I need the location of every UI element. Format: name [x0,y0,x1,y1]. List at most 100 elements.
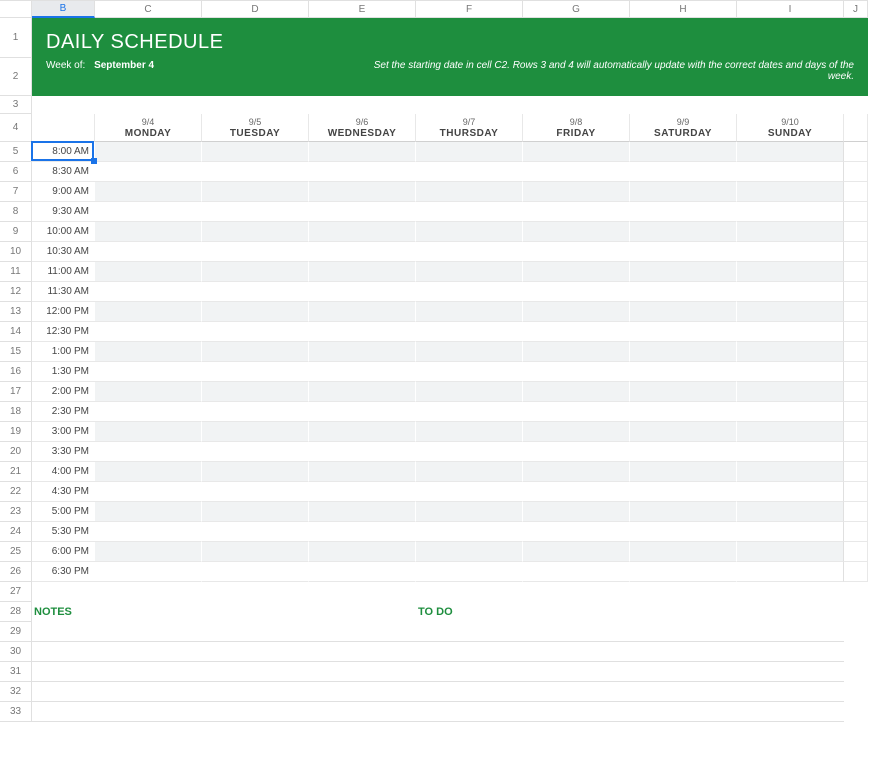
time-label-7[interactable]: 9:00 AM [32,182,95,202]
schedule-cell[interactable] [523,322,630,342]
edge-cell[interactable] [844,542,868,562]
row-header-17[interactable]: 17 [0,382,32,402]
schedule-cell[interactable] [95,142,202,162]
schedule-cell[interactable] [202,502,309,522]
schedule-cell[interactable] [737,182,844,202]
schedule-cell[interactable] [416,162,523,182]
row-header-22[interactable]: 22 [0,482,32,502]
schedule-cell[interactable] [202,202,309,222]
time-label-20[interactable]: 3:30 PM [32,442,95,462]
spreadsheet-grid[interactable]: BCDEFGHIJ1DAILY SCHEDULE2Week of: Septem… [0,0,872,722]
banner-subtitle-row[interactable]: Week of: September 4Set the starting dat… [32,58,868,96]
day-header-tuesday[interactable]: 9/5TUESDAY [202,114,309,142]
time-label-14[interactable]: 12:30 PM [32,322,95,342]
schedule-cell[interactable] [202,182,309,202]
schedule-cell[interactable] [95,182,202,202]
schedule-cell[interactable] [416,182,523,202]
schedule-cell[interactable] [416,402,523,422]
schedule-cell[interactable] [630,422,737,442]
schedule-cell[interactable] [630,262,737,282]
schedule-cell[interactable] [416,382,523,402]
day-header-wednesday[interactable]: 9/6WEDNESDAY [309,114,416,142]
time-label-9[interactable]: 10:00 AM [32,222,95,242]
time-label-23[interactable]: 5:00 PM [32,502,95,522]
schedule-cell[interactable] [416,242,523,262]
edge-cell[interactable] [844,662,868,682]
time-label-15[interactable]: 1:00 PM [32,342,95,362]
schedule-cell[interactable] [95,162,202,182]
edge-cell[interactable] [844,642,868,662]
schedule-cell[interactable] [202,302,309,322]
schedule-cell[interactable] [523,342,630,362]
schedule-cell[interactable] [523,182,630,202]
edge-cell[interactable] [844,702,868,722]
row-header-10[interactable]: 10 [0,242,32,262]
schedule-cell[interactable] [309,502,416,522]
schedule-cell[interactable] [630,362,737,382]
schedule-cell[interactable] [95,282,202,302]
row-header-21[interactable]: 21 [0,462,32,482]
schedule-cell[interactable] [202,462,309,482]
edge-cell[interactable] [844,402,868,422]
schedule-cell[interactable] [309,362,416,382]
edge-cell[interactable] [844,682,868,702]
schedule-cell[interactable] [309,442,416,462]
row-header-29[interactable]: 29 [0,622,32,642]
schedule-cell[interactable] [95,222,202,242]
row-header-26[interactable]: 26 [0,562,32,582]
todo-line[interactable] [416,642,844,662]
row-header-6[interactable]: 6 [0,162,32,182]
row-header-20[interactable]: 20 [0,442,32,462]
schedule-cell[interactable] [523,202,630,222]
schedule-cell[interactable] [309,282,416,302]
column-header-J[interactable]: J [844,0,868,18]
row-header-15[interactable]: 15 [0,342,32,362]
schedule-cell[interactable] [630,242,737,262]
time-label-8[interactable]: 9:30 AM [32,202,95,222]
time-label-18[interactable]: 2:30 PM [32,402,95,422]
schedule-cell[interactable] [309,342,416,362]
schedule-cell[interactable] [416,262,523,282]
schedule-cell[interactable] [630,142,737,162]
schedule-cell[interactable] [737,542,844,562]
schedule-cell[interactable] [95,562,202,582]
schedule-cell[interactable] [737,422,844,442]
corner-blank[interactable] [32,114,95,142]
schedule-cell[interactable] [737,462,844,482]
schedule-cell[interactable] [95,202,202,222]
schedule-cell[interactable] [737,522,844,542]
schedule-cell[interactable] [202,542,309,562]
column-header-F[interactable]: F [416,0,523,18]
schedule-cell[interactable] [309,322,416,342]
schedule-cell[interactable] [630,322,737,342]
schedule-cell[interactable] [309,242,416,262]
schedule-cell[interactable] [309,542,416,562]
time-label-17[interactable]: 2:00 PM [32,382,95,402]
schedule-cell[interactable] [737,342,844,362]
notes-line[interactable] [32,702,416,722]
time-label-5[interactable]: 8:00 AM [32,142,95,162]
schedule-cell[interactable] [416,442,523,462]
schedule-cell[interactable] [95,362,202,382]
row-header-25[interactable]: 25 [0,542,32,562]
schedule-cell[interactable] [95,302,202,322]
schedule-cell[interactable] [202,382,309,402]
schedule-cell[interactable] [416,322,523,342]
schedule-cell[interactable] [95,522,202,542]
row-header-1[interactable]: 1 [0,18,32,58]
time-label-12[interactable]: 11:30 AM [32,282,95,302]
edge-cell[interactable] [844,622,868,642]
schedule-cell[interactable] [523,262,630,282]
column-header-B[interactable]: B [32,0,95,18]
row-header-27[interactable]: 27 [0,582,32,602]
time-label-11[interactable]: 11:00 AM [32,262,95,282]
row-header-19[interactable]: 19 [0,422,32,442]
edge-cell[interactable] [844,262,868,282]
column-header-I[interactable]: I [737,0,844,18]
edge-cell[interactable] [844,322,868,342]
schedule-cell[interactable] [523,562,630,582]
schedule-cell[interactable] [737,402,844,422]
schedule-cell[interactable] [630,302,737,322]
edge-cell[interactable] [844,482,868,502]
todo-line[interactable] [416,682,844,702]
